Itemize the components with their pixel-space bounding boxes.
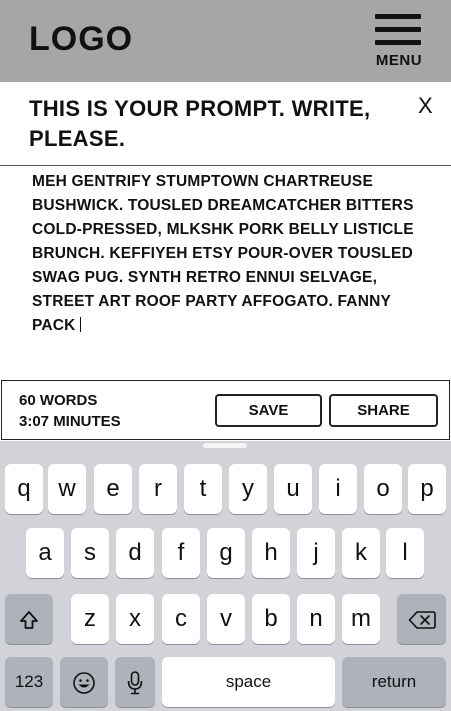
- text-caret: [79, 317, 81, 332]
- key-w[interactable]: w: [48, 464, 86, 514]
- key-c[interactable]: c: [162, 594, 200, 644]
- key-i[interactable]: i: [319, 464, 357, 514]
- keyboard: q w e r t y u i o p a s d f g h j k l z …: [0, 441, 451, 711]
- save-button[interactable]: SAVE: [215, 394, 322, 427]
- key-r[interactable]: r: [139, 464, 177, 514]
- key-k[interactable]: k: [342, 528, 380, 578]
- logo: LOGO: [29, 20, 134, 58]
- reading-time: 3:07 MINUTES: [19, 413, 121, 430]
- key-z[interactable]: z: [71, 594, 109, 644]
- menu-button[interactable]: MENU: [370, 12, 428, 70]
- shift-icon: [20, 610, 38, 629]
- divider: [0, 165, 451, 166]
- key-o[interactable]: o: [364, 464, 402, 514]
- share-button[interactable]: SHARE: [329, 394, 438, 427]
- key-h[interactable]: h: [252, 528, 290, 578]
- key-q[interactable]: q: [5, 464, 43, 514]
- key-y[interactable]: y: [229, 464, 267, 514]
- key-n[interactable]: n: [297, 594, 335, 644]
- backspace-icon: [408, 610, 436, 629]
- hamburger-icon: [375, 14, 421, 19]
- app-header: LOGO MENU: [0, 0, 451, 82]
- key-f[interactable]: f: [162, 528, 200, 578]
- emoji-icon: [73, 671, 95, 694]
- key-p[interactable]: p: [408, 464, 446, 514]
- key-t[interactable]: t: [184, 464, 222, 514]
- word-count: 60 WORDS: [19, 392, 98, 409]
- shift-key[interactable]: [5, 594, 53, 644]
- key-d[interactable]: d: [116, 528, 154, 578]
- microphone-key[interactable]: [115, 657, 155, 707]
- key-j[interactable]: j: [297, 528, 335, 578]
- editor-text: MEH GENTRIFY STUMPTOWN CHARTREUSE BUSHWI…: [32, 173, 414, 334]
- prompt-title: THIS IS YOUR PROMPT. WRITE, PLEASE.: [29, 96, 371, 151]
- key-b[interactable]: b: [252, 594, 290, 644]
- numbers-key[interactable]: 123: [5, 657, 53, 707]
- key-s[interactable]: s: [71, 528, 109, 578]
- key-u[interactable]: u: [274, 464, 312, 514]
- menu-label: MENU: [375, 52, 423, 69]
- return-key[interactable]: return: [342, 657, 446, 707]
- emoji-key[interactable]: [60, 657, 108, 707]
- microphone-icon: [127, 670, 143, 694]
- close-button[interactable]: X: [418, 93, 433, 119]
- keyboard-grabber[interactable]: [203, 443, 247, 448]
- key-m[interactable]: m: [342, 594, 380, 644]
- key-e[interactable]: e: [94, 464, 132, 514]
- key-v[interactable]: v: [207, 594, 245, 644]
- key-l[interactable]: l: [386, 528, 424, 578]
- stats-bar: 60 WORDS 3:07 MINUTES SAVE SHARE: [1, 380, 450, 440]
- space-key[interactable]: space: [162, 657, 335, 707]
- key-g[interactable]: g: [207, 528, 245, 578]
- text-editor[interactable]: MEH GENTRIFY STUMPTOWN CHARTREUSE BUSHWI…: [32, 170, 432, 338]
- key-x[interactable]: x: [116, 594, 154, 644]
- key-a[interactable]: a: [26, 528, 64, 578]
- backspace-key[interactable]: [397, 594, 446, 644]
